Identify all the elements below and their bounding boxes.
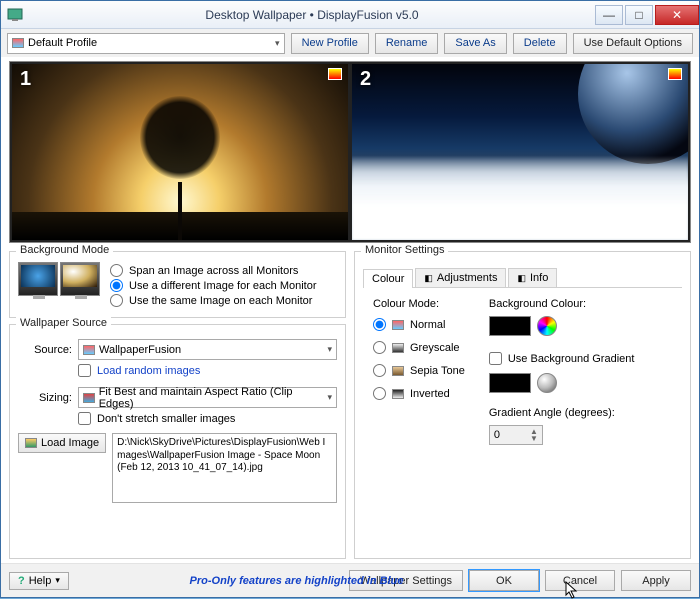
tab-info[interactable]: ◧Info (508, 268, 557, 287)
grey-swatch-icon (392, 343, 404, 353)
apply-button[interactable]: Apply (621, 570, 691, 591)
gradient-angle-heading: Gradient Angle (degrees): (489, 407, 635, 419)
monitor-preview-area: 1 2 (9, 61, 691, 243)
profile-selected-label: Default Profile (28, 37, 97, 49)
maximize-button[interactable]: □ (625, 5, 653, 25)
sizing-select[interactable]: Fit Best and maintain Aspect Ratio (Clip… (78, 387, 337, 408)
colourmode-grey-radio[interactable] (373, 341, 386, 354)
load-image-button[interactable]: Load Image (18, 433, 106, 453)
sepia-swatch-icon (392, 366, 404, 376)
gradient-swatch[interactable] (489, 373, 531, 393)
close-button[interactable]: ✕ (655, 5, 699, 25)
image-path-textarea[interactable]: D:\Nick\SkyDrive\Pictures\DisplayFusion\… (112, 433, 337, 503)
tab-colour[interactable]: Colour (363, 269, 413, 288)
colourmode-normal-label: Normal (410, 319, 445, 331)
source-label: Source: (18, 344, 72, 356)
colourmode-sepia-label: Sepia Tone (410, 365, 465, 377)
help-icon: ? (18, 575, 25, 587)
bgmode-span-radio[interactable] (110, 264, 123, 277)
monitor-settings-legend: Monitor Settings (361, 244, 448, 256)
app-icon (7, 7, 23, 23)
profile-toolbar: Default Profile ▾ New Profile Rename Sav… (1, 29, 699, 57)
chevron-down-icon: ▾ (271, 38, 280, 49)
rename-button[interactable]: Rename (375, 33, 439, 54)
colourmode-sepia-radio[interactable] (373, 364, 386, 377)
load-image-label: Load Image (41, 437, 99, 449)
use-default-button[interactable]: Use Default Options (573, 33, 693, 54)
ok-button[interactable]: OK (469, 570, 539, 591)
help-button[interactable]: ? Help ▾ (9, 572, 69, 590)
cancel-button[interactable]: Cancel (545, 570, 615, 591)
monitor-1-flag-icon (328, 68, 342, 80)
bgmode-preview-icons (18, 262, 102, 299)
chevron-down-icon: ▾ (323, 392, 332, 403)
use-gradient-label: Use Background Gradient (508, 353, 635, 365)
window-title: Desktop Wallpaper • DisplayFusion v5.0 (29, 8, 595, 22)
no-stretch-checkbox[interactable] (78, 412, 91, 425)
monitor-2[interactable]: 2 (352, 64, 688, 240)
colourmode-normal-radio[interactable] (373, 318, 386, 331)
new-profile-button[interactable]: New Profile (291, 33, 369, 54)
tab-adjustments[interactable]: ◧Adjustments (415, 268, 506, 287)
monitor-settings-tabbar: Colour ◧Adjustments ◧Info (363, 268, 682, 287)
source-icon (83, 345, 95, 355)
pro-features-note: Pro-Only features are highlighted in Blu… (190, 575, 404, 587)
monitor-2-number: 2 (360, 68, 371, 91)
monitor-settings-group: Monitor Settings Colour ◧Adjustments ◧In… (354, 251, 691, 559)
gradient-picker-button[interactable] (537, 373, 557, 393)
load-random-checkbox[interactable] (78, 364, 91, 377)
no-stretch-label: Don't stretch smaller images (97, 413, 235, 425)
background-mode-group: Background Mode Span an Image across all… (9, 251, 346, 318)
source-select[interactable]: WallpaperFusion ▾ (78, 339, 337, 360)
chevron-down-icon: ▾ (55, 575, 60, 586)
bgmode-span-label: Span an Image across all Monitors (129, 265, 298, 277)
colourmode-inverted-label: Inverted (410, 388, 450, 400)
bgmode-same-label: Use the same Image on each Monitor (129, 295, 312, 307)
bgcolour-picker-button[interactable] (537, 316, 557, 336)
sizing-label: Sizing: (18, 392, 72, 404)
monitor-2-flag-icon (668, 68, 682, 80)
chevron-down-icon: ▾ (323, 344, 332, 355)
colourmode-grey-label: Greyscale (410, 342, 460, 354)
colourmode-inverted-radio[interactable] (373, 387, 386, 400)
bgmode-diff-label: Use a different Image for each Monitor (129, 280, 317, 292)
inverted-swatch-icon (392, 389, 404, 399)
background-mode-legend: Background Mode (16, 244, 113, 256)
use-gradient-checkbox[interactable] (489, 352, 502, 365)
normal-swatch-icon (392, 320, 404, 330)
gradient-angle-value: 0 (494, 429, 500, 441)
bgcolour-swatch[interactable] (489, 316, 531, 336)
titlebar[interactable]: Desktop Wallpaper • DisplayFusion v5.0 —… (1, 1, 699, 29)
spinner-arrows-icon: ▲▼ (530, 428, 538, 442)
bgmode-same-radio[interactable] (110, 294, 123, 307)
profile-select[interactable]: Default Profile ▾ (7, 33, 285, 54)
monitor-1-number: 1 (20, 68, 31, 91)
monitor-1[interactable]: 1 (12, 64, 348, 240)
tab-colour-content: Colour Mode: Normal Greyscale Sepia Tone… (363, 287, 682, 550)
delete-button[interactable]: Delete (513, 33, 567, 54)
load-random-label: Load random images (97, 365, 200, 377)
sizing-selected-label: Fit Best and maintain Aspect Ratio (Clip… (99, 386, 324, 410)
image-icon (25, 438, 37, 448)
minimize-button[interactable]: — (595, 5, 623, 25)
dialog-footer: ? Help ▾ Pro-Only features are highlight… (1, 563, 699, 597)
source-selected-label: WallpaperFusion (99, 344, 181, 356)
colour-mode-heading: Colour Mode: (373, 298, 465, 310)
bgcolour-heading: Background Colour: (489, 298, 635, 310)
sizing-icon (83, 393, 95, 403)
save-as-button[interactable]: Save As (444, 33, 506, 54)
wallpaper-source-group: Wallpaper Source Source: WallpaperFusion… (9, 324, 346, 559)
help-label: Help (29, 575, 52, 587)
profile-icon (12, 38, 24, 48)
wallpaper-source-legend: Wallpaper Source (16, 317, 111, 329)
gradient-angle-spinner[interactable]: 0 ▲▼ (489, 425, 543, 445)
bgmode-diff-radio[interactable] (110, 279, 123, 292)
app-window: Desktop Wallpaper • DisplayFusion v5.0 —… (0, 0, 700, 598)
